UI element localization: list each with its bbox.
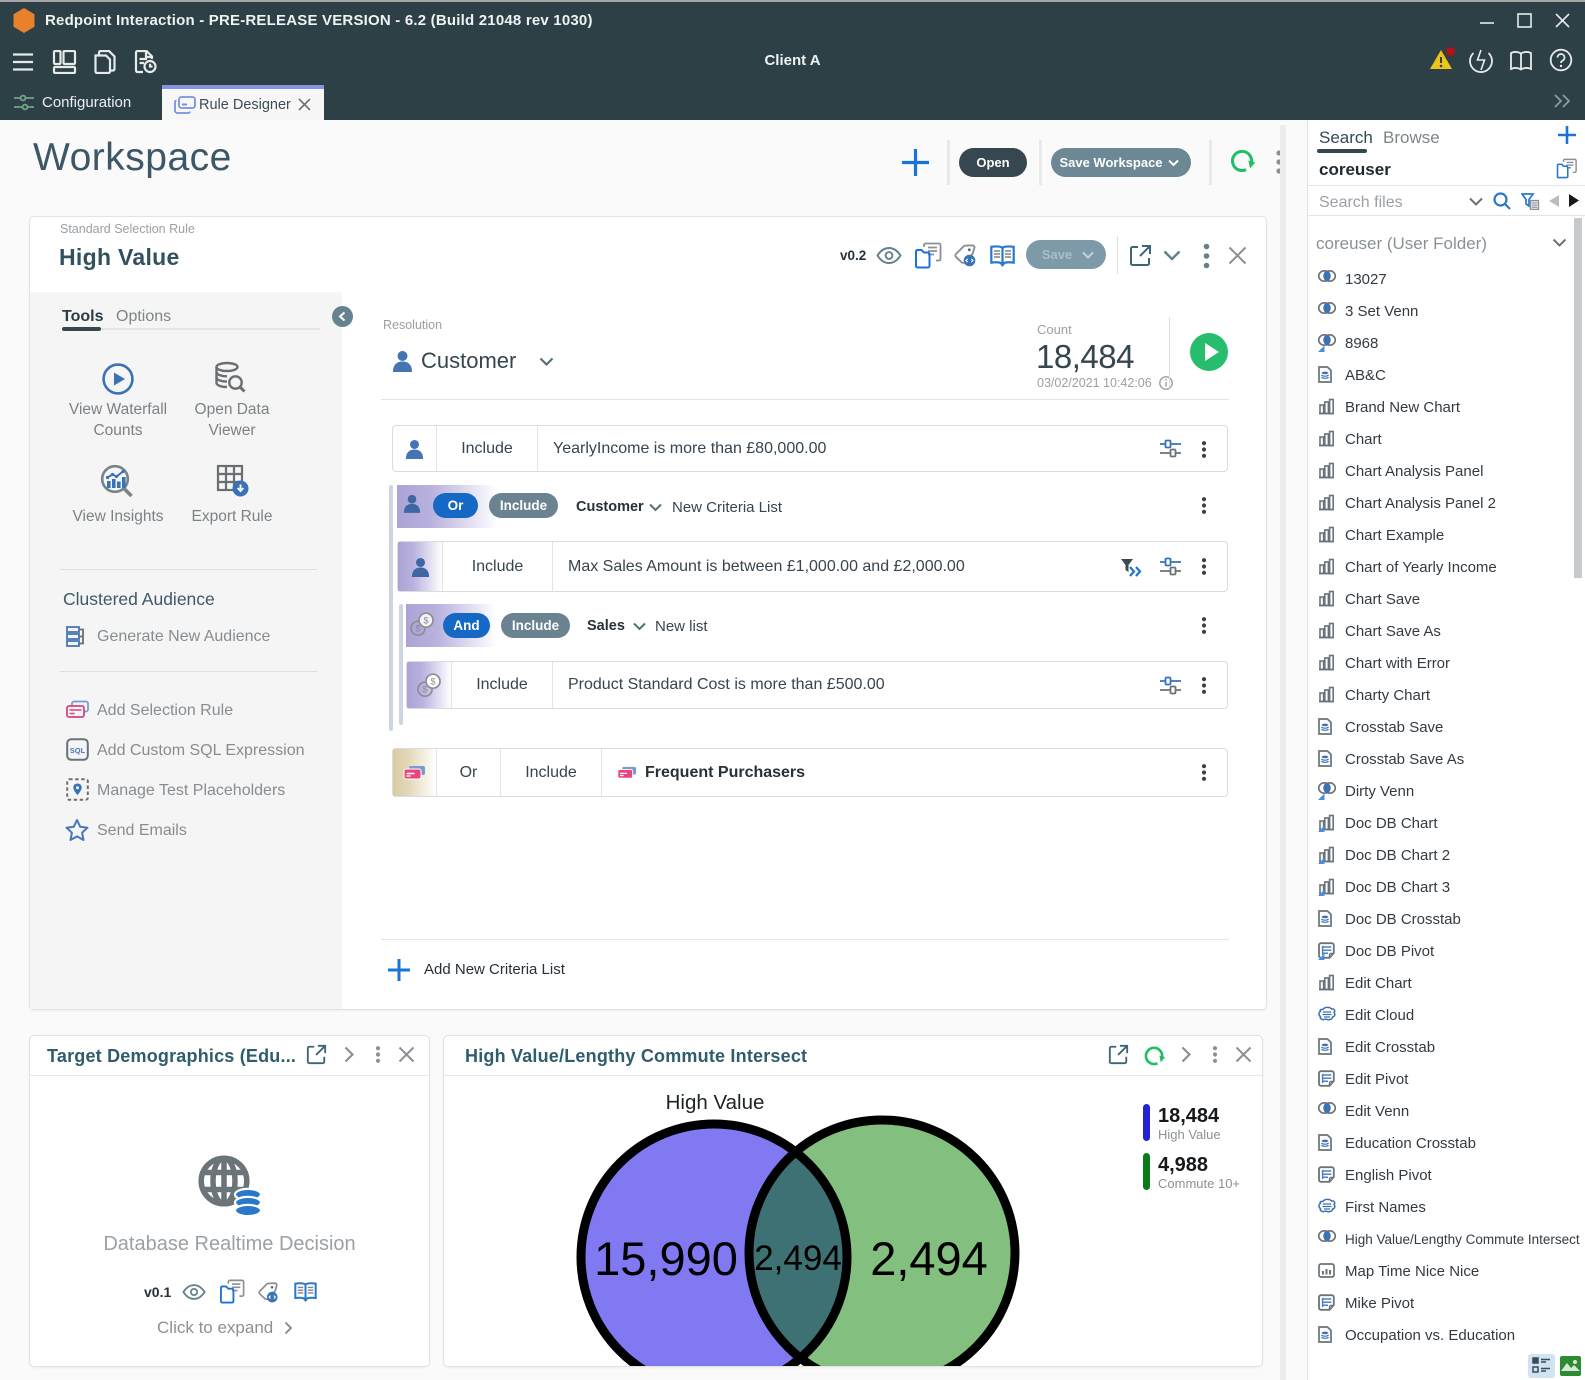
svg-text:$: $ — [422, 684, 427, 694]
svg-text:$: $ — [430, 676, 435, 686]
svg-text:2,494: 2,494 — [870, 1232, 988, 1285]
svg-text:High Value: High Value — [666, 1091, 765, 1114]
svg-text:2,494: 2,494 — [754, 1239, 842, 1278]
svg-text:15,990: 15,990 — [594, 1232, 738, 1285]
svg-text:$: $ — [423, 616, 428, 626]
svg-text:SQL: SQL — [70, 746, 86, 755]
svg-text:$: $ — [415, 624, 420, 634]
